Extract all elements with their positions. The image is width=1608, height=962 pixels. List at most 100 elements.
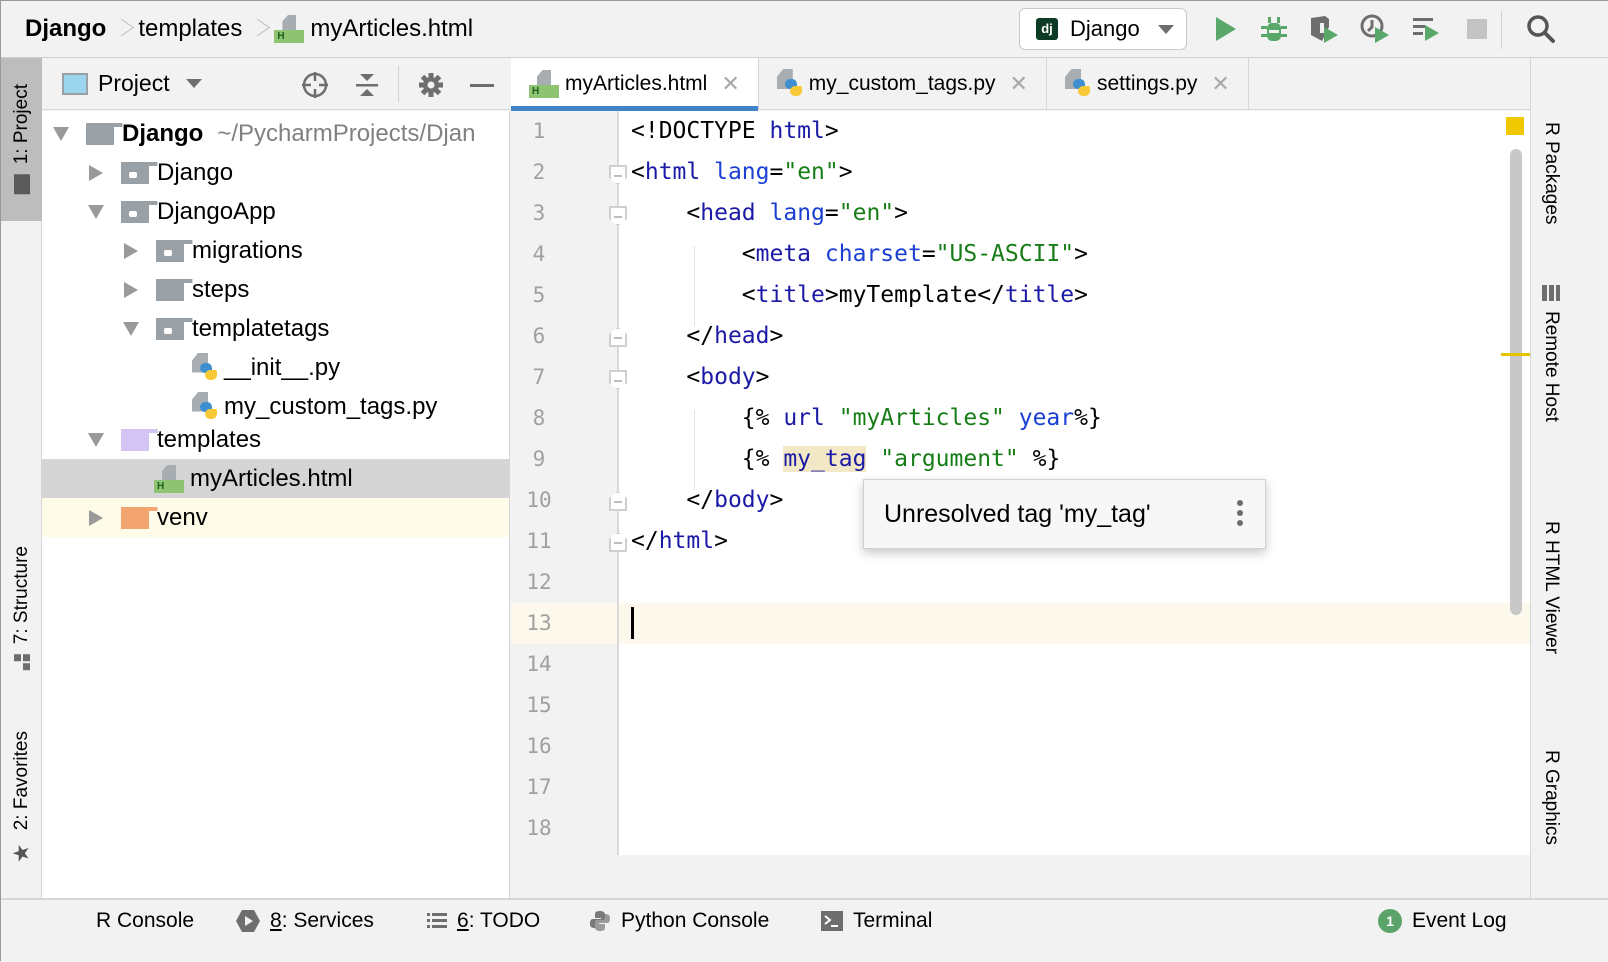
tree-item-myarticles-html[interactable]: H myArticles.html	[42, 459, 509, 498]
breadcrumb-item-templates[interactable]: templates	[138, 15, 242, 43]
expand-toggle[interactable]	[120, 281, 142, 298]
tree-item-label: Django	[122, 119, 204, 147]
code-token: >	[1074, 282, 1088, 308]
more-actions-icon[interactable]	[1237, 500, 1243, 530]
code-line: <body>	[631, 357, 769, 398]
code-token: >myTemplate</	[824, 282, 1005, 308]
tab-my-custom-tags-py[interactable]: my_custom_tags.py ✕	[759, 58, 1047, 110]
run-with-coverage-icon[interactable]	[1308, 13, 1340, 45]
tree-item-venv[interactable]: venv	[42, 498, 509, 537]
project-window-icon	[62, 72, 88, 95]
python-file-icon	[192, 391, 220, 422]
search-icon[interactable]	[1525, 13, 1557, 45]
tool-window-event-log-button[interactable]: 1 Event Log	[1378, 906, 1507, 936]
debug-icon[interactable]	[1258, 13, 1290, 45]
tool-window-project-button[interactable]: 1: Project	[1, 58, 42, 221]
tree-item-django-root[interactable]: Django ~/PycharmProjects/Djan	[42, 114, 509, 153]
line-number: 9	[532, 447, 546, 471]
expand-toggle[interactable]	[85, 164, 107, 181]
run-configuration-label: Django	[1070, 16, 1140, 41]
close-icon[interactable]: ✕	[721, 71, 739, 97]
tree-item-django[interactable]: Django	[42, 153, 509, 192]
package-folder-icon	[156, 239, 193, 262]
expand-toggle[interactable]	[50, 126, 72, 141]
tree-item-label: templatetags	[192, 314, 330, 342]
package-folder-icon	[121, 200, 158, 223]
expand-toggle[interactable]	[85, 509, 107, 526]
code-token: </	[631, 487, 715, 513]
tree-item-templatetags[interactable]: templatetags	[42, 309, 509, 348]
hide-panel-icon[interactable]	[467, 70, 497, 100]
gear-icon[interactable]	[416, 70, 446, 100]
package-folder-icon	[156, 317, 193, 340]
expand-toggle[interactable]	[120, 242, 142, 259]
code-token: body	[714, 487, 770, 513]
tool-window-r-graphics-button[interactable]: R Graphics	[1531, 743, 1571, 853]
todo-list-icon	[427, 913, 447, 928]
toolbar-separator	[1501, 11, 1502, 49]
tool-window-remote-host-button[interactable]: Remote Host	[1531, 268, 1571, 438]
ide-window: Django templates H myArticles.html dj Dj…	[0, 0, 1608, 962]
code-line: <head lang="en">	[631, 193, 908, 234]
tool-window-terminal-button[interactable]: Terminal	[821, 906, 932, 936]
tool-window-python-console-button[interactable]: Python Console	[589, 906, 769, 936]
project-tree: Django ~/PycharmProjects/Djan Django Dja…	[42, 111, 510, 898]
tool-window-r-console-button[interactable]: R Console	[96, 906, 194, 936]
expand-toggle[interactable]	[85, 204, 107, 219]
code-token: url	[783, 405, 839, 431]
structure-icon	[13, 654, 30, 671]
expand-toggle[interactable]	[85, 432, 107, 447]
line-number: 17	[526, 775, 552, 799]
expand-toggle[interactable]	[120, 321, 142, 336]
chevron-down-icon	[185, 79, 202, 88]
close-icon[interactable]: ✕	[1211, 71, 1229, 97]
project-view-selector[interactable]: Project	[62, 70, 202, 97]
tree-item-steps[interactable]: steps	[42, 270, 509, 309]
run-icon[interactable]	[1209, 13, 1241, 45]
concurrency-diagram-icon[interactable]	[1411, 13, 1443, 45]
warning-indicator-icon[interactable]	[1506, 117, 1524, 135]
code-token: <	[631, 159, 645, 185]
tool-window-remote-host-label: Remote Host	[1541, 310, 1562, 422]
tab-myarticles-html[interactable]: H myArticles.html ✕	[511, 58, 759, 111]
profile-icon[interactable]	[1359, 13, 1391, 45]
tree-item-init-py[interactable]: __init__.py	[42, 348, 509, 387]
code-token: head	[700, 200, 770, 226]
run-configuration-select[interactable]: dj Django	[1019, 8, 1187, 50]
templates-folder-icon	[121, 428, 158, 451]
tool-window-r-graphics-label: R Graphics	[1541, 750, 1562, 846]
collapse-all-icon[interactable]	[352, 70, 382, 100]
code-line: <!DOCTYPE html>	[631, 111, 839, 152]
line-number: 4	[532, 242, 546, 266]
event-count-badge: 1	[1378, 909, 1402, 933]
code-token: title	[755, 282, 825, 308]
tool-window-structure-button[interactable]: 7: Structure	[1, 528, 42, 688]
tree-item-templates[interactable]: templates	[42, 420, 509, 459]
warning-stripe-marker[interactable]	[1501, 353, 1530, 356]
tool-window-services-button[interactable]: 8: Services	[236, 906, 374, 936]
breadcrumb-item-project[interactable]: Django	[25, 15, 106, 43]
code-line: <title>myTemplate</title>	[631, 275, 1088, 316]
project-view-label: Project	[98, 70, 170, 96]
stop-icon[interactable]	[1461, 13, 1493, 45]
editor-scrollbar[interactable]	[1510, 149, 1522, 615]
code-token: >	[1074, 241, 1089, 267]
breadcrumb-item-file[interactable]: H myArticles.html	[274, 14, 473, 44]
tab-settings-py[interactable]: settings.py ✕	[1047, 58, 1249, 110]
close-icon[interactable]: ✕	[1010, 71, 1028, 97]
text-caret	[631, 607, 634, 639]
tool-window-todo-button[interactable]: 6: TODO	[427, 906, 540, 936]
tool-window-favorites-label: 2: Favorites	[10, 730, 32, 831]
tool-window-r-packages-button[interactable]: R Packages	[1531, 108, 1571, 238]
line-number: 14	[526, 652, 552, 676]
locate-file-icon[interactable]	[300, 70, 330, 100]
folder-icon	[156, 278, 193, 301]
tree-item-migrations[interactable]: migrations	[42, 231, 509, 270]
star-icon: ★	[9, 839, 34, 865]
line-number: 3	[532, 201, 546, 225]
html-file-icon: H	[274, 14, 305, 44]
tool-window-favorites-button[interactable]: ★ 2: Favorites	[1, 718, 42, 878]
tool-window-r-html-viewer-button[interactable]: R HTML Viewer	[1531, 508, 1571, 668]
tree-item-djangoapp[interactable]: DjangoApp	[42, 192, 509, 231]
code-token: =	[921, 241, 936, 267]
